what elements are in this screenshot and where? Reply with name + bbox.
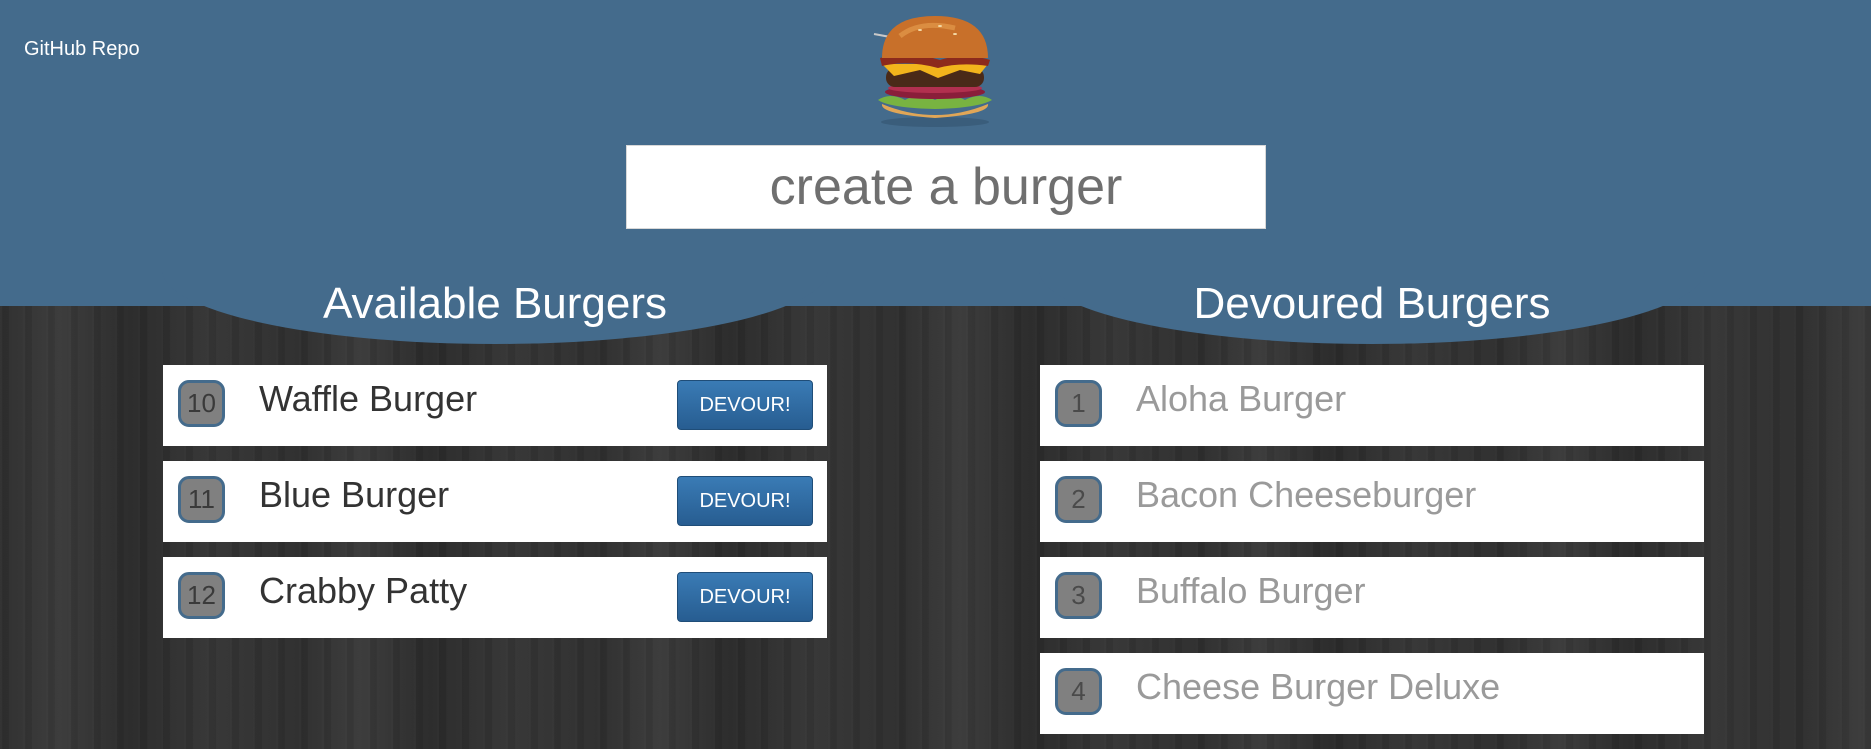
burger-name: Waffle Burger [259,378,478,419]
burger-list-item: 12 Crabby Patty DEVOUR! [163,557,827,638]
devoured-burger-item: 4 Cheese Burger Deluxe [1040,653,1704,734]
burger-name: Aloha Burger [1136,378,1347,419]
devoured-burger-item: 3 Buffalo Burger [1040,557,1704,638]
burger-id-badge: 2 [1055,476,1102,523]
burger-id-badge: 1 [1055,380,1102,427]
burger-id-badge: 10 [178,380,225,427]
devoured-burgers-list: 1 Aloha Burger 2 Bacon Cheeseburger 3 Bu… [1040,365,1704,749]
devour-button[interactable]: DEVOUR! [677,476,813,526]
burger-name: Crabby Patty [259,570,468,611]
burger-name: Buffalo Burger [1136,570,1366,611]
burger-name: Blue Burger [259,474,450,515]
burger-id-badge: 3 [1055,572,1102,619]
github-repo-link[interactable]: GitHub Repo [24,38,140,61]
devoured-burger-item: 1 Aloha Burger [1040,365,1704,446]
burger-name: Bacon Cheeseburger [1136,474,1477,515]
burger-id-badge: 4 [1055,668,1102,715]
available-burgers-list: 10 Waffle Burger DEVOUR! 11 Blue Burger … [163,365,827,653]
burger-logo-image [873,16,992,127]
devour-button[interactable]: DEVOUR! [677,572,813,622]
devour-button[interactable]: DEVOUR! [677,380,813,430]
create-burger-input[interactable] [626,145,1266,229]
available-burgers-header: Available Burgers [162,270,828,344]
burger-id-badge: 11 [178,476,225,523]
devoured-burgers-title: Devoured Burgers [1193,279,1551,328]
page-header: GitHub Repo [0,0,1871,306]
burger-name: Cheese Burger Deluxe [1136,666,1501,707]
devoured-burgers-header: Devoured Burgers [1039,270,1705,344]
burger-id-badge: 12 [178,572,225,619]
devoured-burger-item: 2 Bacon Cheeseburger [1040,461,1704,542]
available-burgers-title: Available Burgers [322,279,668,328]
burger-list-item: 11 Blue Burger DEVOUR! [163,461,827,542]
burger-list-item: 10 Waffle Burger DEVOUR! [163,365,827,446]
